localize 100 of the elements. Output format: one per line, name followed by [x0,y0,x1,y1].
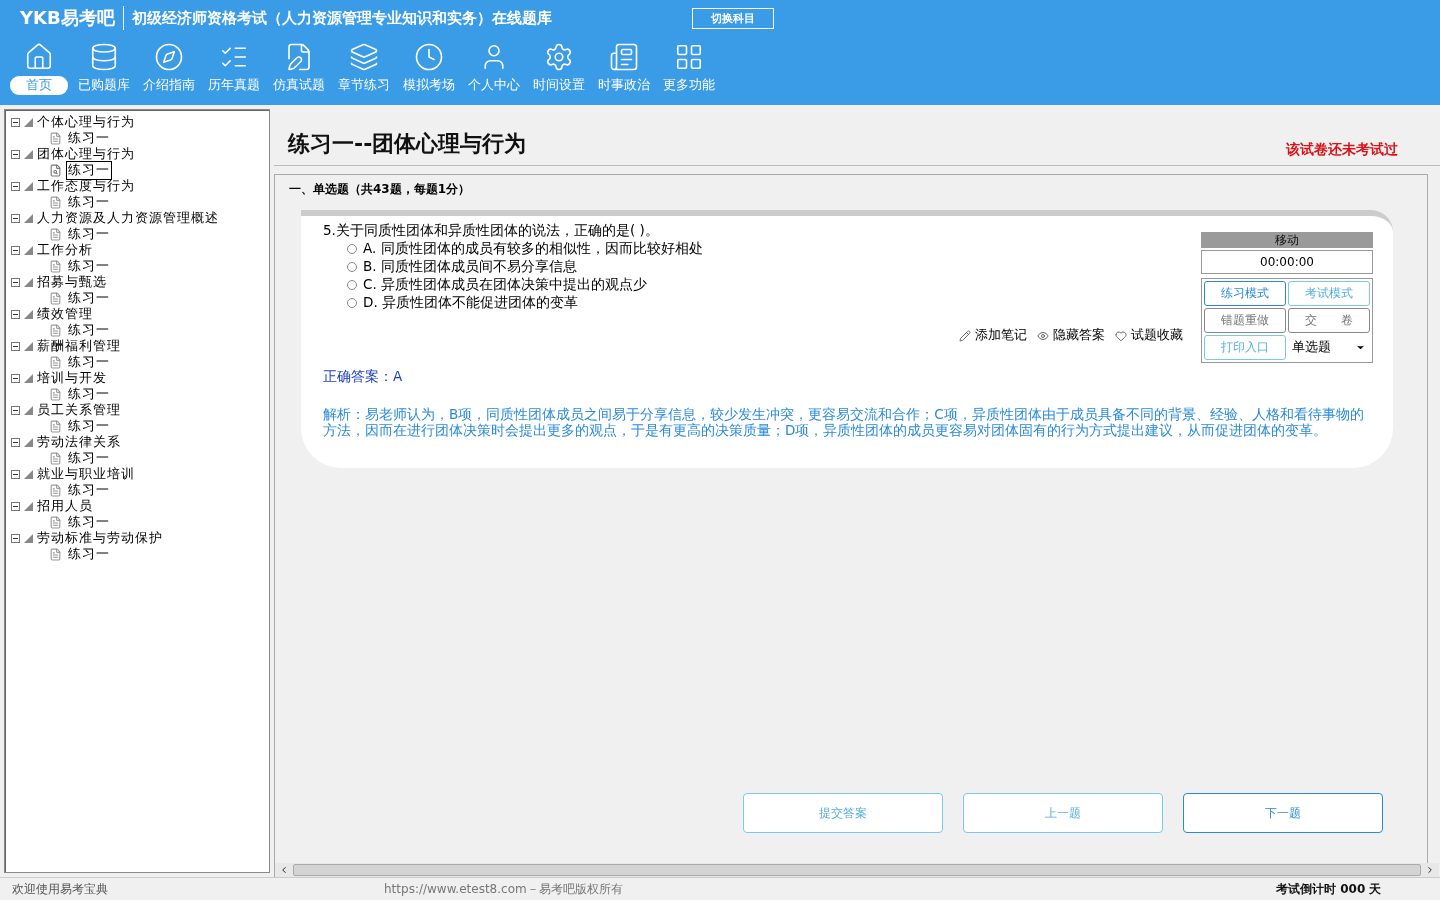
tree-item[interactable]: 团体心理与行为 [37,145,135,163]
collapse-toggle[interactable] [11,341,20,351]
grid-icon[interactable] [674,42,704,72]
scroll-right-icon[interactable] [1425,865,1435,875]
document-icon [49,515,62,529]
document-marker-icon [49,163,62,177]
tree-item[interactable]: 练习一 [66,416,112,436]
tree-item[interactable]: 练习一 [66,544,112,564]
analysis-text: 解析：易老师认为，B项，同质性团体成员之间易于分享信息，较少发生冲突，更容易交流和合作；C项，异质性团体由于成员具备不同的背景、经验、人格和看待事物的方法，因而在进行团体决策时会提出更多的观点，于是有更高的决策质量；D项，异质性团体的成员更容易对团体固有的行为方式提出建议，从而促进团体的变革。 [323,406,1365,438]
document-icon [49,195,62,209]
document-icon [49,419,62,433]
tree-item[interactable]: 练习一 [66,288,112,308]
exam-title: 练习一--团体心理与行为 [288,130,527,158]
option-text: A. 同质性团体的成员有较多的相似性，因而比较好相处 [363,240,703,258]
tree-item[interactable]: 练习一 [66,160,112,180]
panel-header: 移动 [1201,232,1373,248]
document-icon [49,387,62,401]
collapse-toggle[interactable] [11,213,20,223]
collapse-toggle[interactable] [11,245,20,255]
tree-item[interactable]: 劳动标准与劳动保护 [37,529,163,547]
tree-item[interactable]: 练习一 [66,384,112,404]
collapse-toggle[interactable] [11,469,20,479]
document-icon [49,355,62,369]
question-text: 5.关于同质性团体和异质性团体的说法，正确的是( )。 [323,222,660,240]
triangle-icon [24,437,33,447]
tree-item[interactable]: 练习一 [66,448,112,468]
copyright-text: https://www.etest8.com－易考吧版权所有 [383,880,624,898]
triangle-icon [24,469,33,479]
document-icon [49,259,62,273]
panel-button[interactable]: 错题重做 [1204,308,1286,333]
collapse-toggle[interactable] [11,405,20,415]
section-heading: 一、单选题（共43题，每题1分） [289,181,472,198]
compass-icon[interactable] [154,42,184,72]
collapse-toggle[interactable] [11,437,20,447]
timer: 00:00:00 [1201,250,1373,274]
question-type-select[interactable]: 单选题 [1288,335,1370,360]
pencil-icon [959,329,971,342]
panel-button[interactable]: 练习模式 [1204,281,1286,306]
tree-item[interactable]: 工作态度与行为 [37,177,135,195]
tree-item[interactable]: 练习一 [66,256,112,276]
tree-item[interactable]: 培训与开发 [37,369,107,387]
tree-item[interactable]: 练习一 [66,192,112,212]
radio-button[interactable] [347,262,357,272]
heart-icon [1115,329,1127,342]
document-icon [49,291,62,305]
tree-item[interactable]: 练习一 [66,224,112,244]
triangle-icon [24,245,33,255]
tree-item[interactable]: 就业与职业培训 [37,465,135,483]
collapse-toggle[interactable] [11,181,20,191]
tree-item[interactable]: 招募与甄选 [37,273,107,291]
tree-item[interactable]: 工作分析 [37,241,93,259]
database-icon[interactable] [89,42,119,72]
document-icon [49,547,62,561]
layers-icon[interactable] [349,42,379,72]
home-icon[interactable] [24,42,54,72]
scrollbar-thumb[interactable] [293,864,1421,876]
collapse-toggle[interactable] [11,277,20,287]
collapse-toggle[interactable] [11,373,20,383]
tree-item[interactable]: 招用人员 [37,497,93,515]
tree-item[interactable]: 练习一 [66,128,112,148]
collapse-toggle[interactable] [11,117,20,127]
countdown-text: 考试倒计时 000 天 [1275,880,1382,898]
radio-button[interactable] [347,298,357,308]
option-text: C. 异质性团体成员在团体决策中提出的观点少 [363,276,647,294]
nav-button[interactable]: 下一题 [1183,793,1383,833]
triangle-icon [24,341,33,351]
clock-icon[interactable] [414,42,444,72]
document-icon [49,131,62,145]
scroll-left-icon[interactable] [279,865,289,875]
newspaper-icon[interactable] [609,42,639,72]
welcome-text: 欢迎使用易考宝典 [11,880,109,898]
tree-item[interactable]: 人力资源及人力资源管理概述 [37,209,219,227]
collapse-toggle[interactable] [11,533,20,543]
document-icon [49,323,62,337]
triangle-icon [24,309,33,319]
tree-item[interactable]: 练习一 [66,480,112,500]
tree-item[interactable]: 薪酬福利管理 [37,337,121,355]
eye-icon [1037,329,1049,342]
tool-link[interactable]: 添加笔记 [959,327,1027,344]
collapse-toggle[interactable] [11,149,20,159]
logo: YKB易考吧 [20,6,124,30]
tool-link[interactable]: 试题收藏 [1115,327,1183,344]
tree-item[interactable]: 练习一 [66,512,112,532]
tree-item[interactable]: 员工关系管理 [37,401,121,419]
tree-item[interactable]: 练习一 [66,352,112,372]
exam-status: 该试卷还未考试过 [1286,141,1398,159]
collapse-toggle[interactable] [11,501,20,511]
triangle-icon [24,149,33,159]
panel-button[interactable]: 交 卷 [1288,308,1370,333]
tree-item[interactable]: 劳动法律关系 [37,433,121,451]
tool-link[interactable]: 隐藏答案 [1037,327,1105,344]
correct-answer: 正确答案：A [323,368,404,386]
triangle-icon [24,501,33,511]
radio-button[interactable] [347,244,357,254]
settings-icon[interactable] [544,42,574,72]
tree-item[interactable]: 个体心理与行为 [37,113,135,131]
tree-item[interactable]: 绩效管理 [37,305,93,323]
radio-button[interactable] [347,280,357,290]
collapse-toggle[interactable] [11,309,20,319]
tree-item[interactable]: 练习一 [66,320,112,340]
